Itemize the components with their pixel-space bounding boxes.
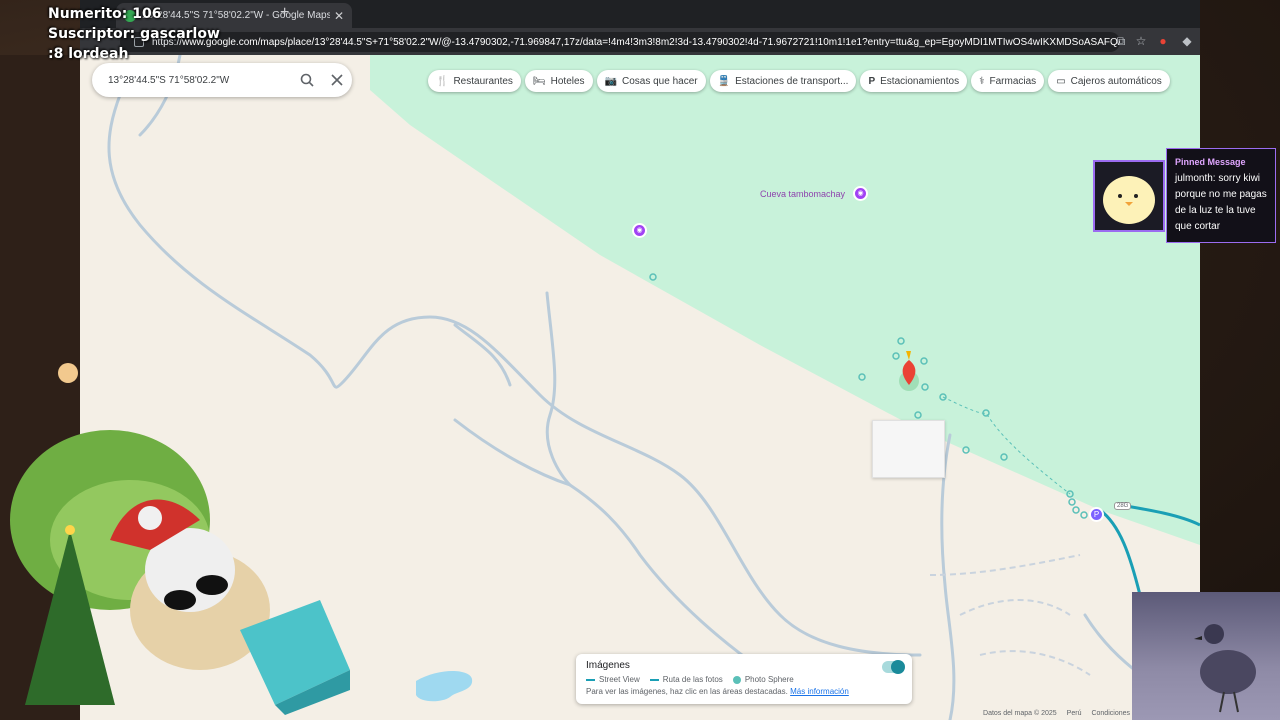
browser-tab-bar: 13°28'44.5"S 71°58'02.2"W - Google Maps … [80, 0, 1200, 28]
browser-toolbar: https://www.google.com/maps/place/13°28'… [80, 28, 1200, 55]
fork-knife-icon: 🍴 [436, 75, 449, 87]
stream-stats-overlay: Numerito: 106 Suscriptor: gascarlow :8 l… [48, 4, 220, 64]
chip-label: Farmacias [989, 75, 1037, 87]
extension-icon[interactable]: ● [1156, 34, 1170, 48]
country-link[interactable]: Perú [1067, 710, 1082, 717]
imagery-hint: Para ver las imágenes, haz clic en las á… [586, 687, 788, 696]
road-number-badge: 28G [1114, 502, 1132, 510]
new-tab-icon[interactable]: + [280, 4, 289, 22]
lordeah-text: :8 lordeah [48, 46, 129, 62]
chip-label: Estaciones de transport... [735, 75, 849, 87]
search-icon[interactable] [292, 65, 322, 95]
chick-avatar [1093, 160, 1165, 232]
chip-label: Estacionamientos [880, 75, 960, 87]
chip-cajeros[interactable]: ▭ Cajeros automáticos [1048, 70, 1170, 92]
camera-icon: 📷 [604, 75, 617, 87]
numerito-text: Numerito: 106 [48, 6, 162, 22]
camera-pin-icon[interactable]: ◉ [853, 186, 868, 201]
pinned-message-box: Pinned Message julmonth: sorry kiwi porq… [1166, 148, 1276, 243]
imagery-title: Imágenes [586, 660, 630, 671]
url-path: www.google.com/maps/place/13°28'44.5"S+7… [182, 36, 1120, 48]
chip-label: Restaurantes [453, 75, 513, 87]
legend-photo-sphere: Photo Sphere [732, 675, 794, 684]
suscriptor-text: Suscriptor: gascarlow [48, 26, 220, 42]
terms-link[interactable]: Condiciones [1091, 710, 1130, 717]
map-footer: Datos del mapa © 2025 Perú Condiciones [983, 710, 1130, 717]
address-bar[interactable]: https://www.google.com/maps/place/13°28'… [120, 32, 1120, 52]
category-chips: 🍴 Restaurantes 🛏 Hoteles 📷 Cosas que hacer … [428, 70, 1170, 92]
pinned-message-widget: Pinned Message julmonth: sorry kiwi porq… [1093, 148, 1276, 243]
pinned-body: julmonth: sorry kiwi porque no me pagas … [1175, 173, 1267, 232]
bed-icon: 🛏 [532, 75, 546, 87]
stream-mascot-decoration [10, 430, 350, 715]
chip-farmacias[interactable]: ⚕ Farmacias [971, 70, 1045, 92]
map-attribution: Datos del mapa © 2025 [983, 710, 1057, 717]
stream-canvas: 13°28'44.5"S 71°58'02.2"W - Google Maps … [0, 0, 1280, 720]
webcam-overlay [1132, 592, 1280, 720]
extension-shield-icon[interactable]: ◆ [1180, 34, 1194, 48]
chip-estaciones[interactable]: 🚆 Estaciones de transport... [709, 70, 857, 92]
close-icon[interactable] [322, 65, 352, 95]
pharmacy-icon: ⚕ [979, 75, 985, 87]
legend-street-view: Street View [586, 675, 640, 684]
legend-label: Photo Sphere [744, 675, 794, 684]
bookmark-star-icon[interactable]: ☆ [1134, 34, 1148, 48]
imagery-toggle[interactable] [882, 660, 905, 674]
url-text: https://www.google.com/maps/place/13°28'… [152, 37, 1120, 48]
more-info-link[interactable]: Más información [790, 687, 849, 696]
legend-label: Street View [599, 675, 640, 684]
legend-label: Ruta de las fotos [662, 675, 723, 684]
pinned-header: Pinned Message [1175, 157, 1246, 167]
search-box[interactable]: 13°28'44.5"S 71°58'02.2"W [92, 63, 352, 97]
imagery-panel: Imágenes Street View Ruta de las fotos P… [576, 654, 912, 704]
legend-photo-route: Ruta de las fotos [649, 675, 723, 684]
poi-label[interactable]: Cueva tambomachay [760, 189, 845, 199]
close-tab-icon[interactable]: ✕ [334, 9, 344, 23]
chip-label: Cosas que hacer [622, 75, 698, 87]
chip-hoteles[interactable]: 🛏 Hoteles [524, 70, 593, 92]
camera-pin-icon[interactable]: ◉ [632, 223, 647, 238]
chip-cosas-que-hacer[interactable]: 📷 Cosas que hacer [596, 70, 706, 92]
chip-estacionamientos[interactable]: P Estacionamientos [860, 70, 968, 92]
chip-label: Hoteles [550, 75, 585, 87]
search-input[interactable]: 13°28'44.5"S 71°58'02.2"W [108, 75, 292, 86]
parking-marker[interactable]: P [1089, 507, 1104, 522]
transit-icon: 🚆 [717, 75, 731, 87]
chip-label: Cajeros automáticos [1070, 75, 1162, 87]
atm-icon: ▭ [1056, 75, 1066, 87]
install-app-icon[interactable]: ⧉ [1114, 34, 1128, 48]
parking-icon: P [868, 75, 876, 87]
photo-preview-thumbnail[interactable] [872, 420, 945, 478]
chip-restaurantes[interactable]: 🍴 Restaurantes [428, 70, 521, 92]
